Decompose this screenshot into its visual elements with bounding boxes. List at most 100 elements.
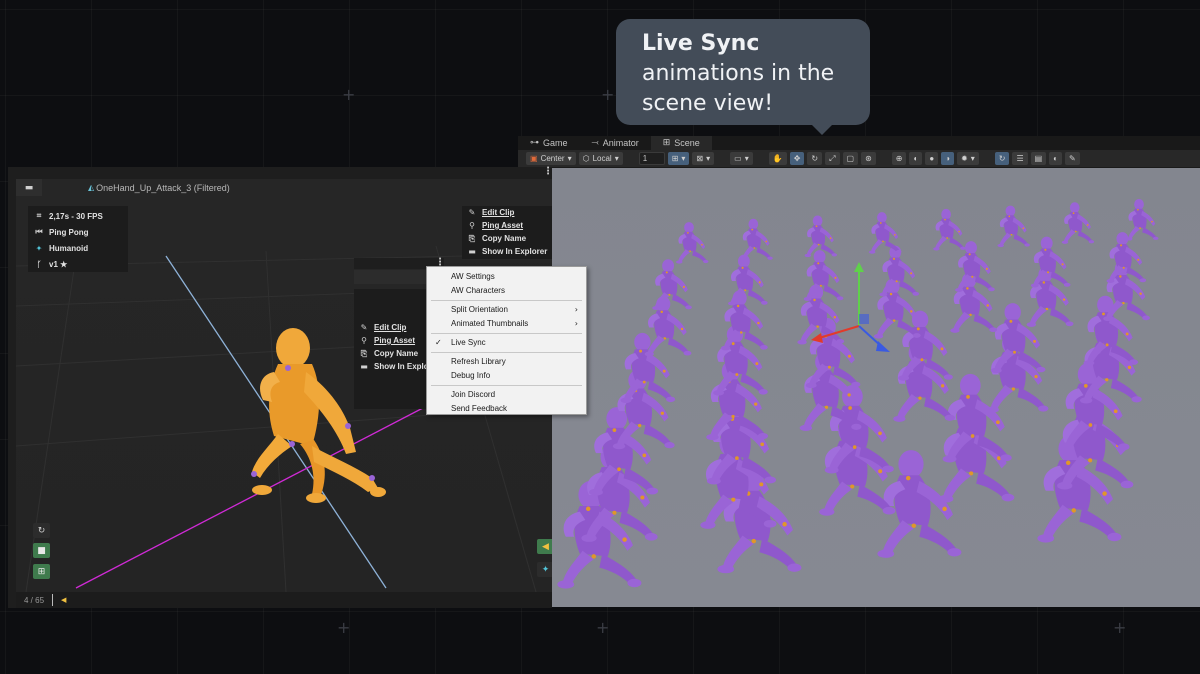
- menu-item-label: Debug Info: [451, 371, 491, 380]
- more-options-icon[interactable]: ⋮: [543, 166, 553, 177]
- menu-item-label: Live Sync: [451, 338, 486, 347]
- menu-item-aw-settings[interactable]: AW Settings: [427, 270, 586, 284]
- globe-icon: ⊕: [895, 154, 903, 163]
- menu-item-refresh-library[interactable]: Refresh Library: [427, 355, 586, 369]
- sliders-icon: ☰: [1016, 154, 1024, 163]
- scale-tool-button[interactable]: ⤢: [825, 152, 840, 165]
- grid-toggle-button[interactable]: ⊞: [33, 564, 50, 579]
- ping-pong-icon: ⏮: [35, 227, 43, 236]
- menu-separator: [431, 333, 582, 334]
- effects-icon: ✹: [961, 154, 968, 163]
- folder-icon: ▬: [360, 362, 368, 371]
- shading-button[interactable]: ◐: [909, 152, 923, 165]
- gizmo-z-arrow[interactable]: [876, 341, 890, 352]
- menu-item-split-orientation[interactable]: Split Orientation ›: [427, 303, 586, 317]
- brush-button[interactable]: ✎: [1065, 152, 1080, 165]
- ping-asset-label: Ping Asset: [374, 336, 416, 345]
- grid-icon: ⊞: [662, 138, 671, 148]
- reset-button[interactable]: ↻: [33, 523, 50, 538]
- humanoid-toggle-button[interactable]: ✦: [537, 562, 552, 577]
- checkmark-icon: ✓: [435, 338, 442, 347]
- menu-item-debug-info[interactable]: Debug Info: [427, 369, 586, 383]
- duration-icon: ⌗: [36, 211, 42, 220]
- timeline-bar[interactable]: 4 / 65 ◀: [16, 592, 552, 608]
- tab-scene[interactable]: ⊞ Scene: [650, 136, 712, 150]
- chevron-down-icon: ▾: [706, 154, 711, 163]
- scene-toolbar: ▣ Center ▾ ⬡ Local ▾ 1 ⊞ ▾ ⊠ ▾ ▭ ▾ ✋ ✥ ↻ ⤢ …: [518, 150, 1200, 168]
- menu-item-send-feedback[interactable]: Send Feedback: [427, 402, 586, 416]
- purple-character: [676, 222, 709, 264]
- clip-tab-bar: ▬ ◭ OneHand_Up_Attack_3 (Filtered): [16, 179, 552, 196]
- purple-character: [933, 208, 966, 251]
- camera-button[interactable]: ■: [33, 543, 50, 558]
- folder-icon: ▬: [24, 182, 34, 193]
- chevron-down-icon: ▾: [970, 154, 975, 163]
- menu-separator: [431, 352, 582, 353]
- tab-animator[interactable]: ⤙ Animator: [580, 136, 651, 150]
- settings-dropdown-menu: AW Settings AW Characters Split Orientat…: [426, 266, 587, 415]
- layers-button[interactable]: ▤: [1030, 152, 1047, 165]
- speaker-icon: ◀: [542, 541, 549, 552]
- gizmo-y-arrow[interactable]: [854, 262, 864, 272]
- purple-character: [950, 272, 998, 333]
- purple-character: [620, 332, 676, 403]
- pivot-dropdown[interactable]: ▣ Center ▾: [526, 152, 576, 165]
- rect-tool-button[interactable]: ▢: [842, 152, 859, 165]
- search-icon: ⚲: [361, 336, 367, 345]
- scene-viewport[interactable]: [551, 168, 1200, 607]
- callout-body-line1: animations in the: [642, 61, 835, 86]
- move-tool-button[interactable]: ✥: [789, 152, 805, 165]
- pencil-icon: ✎: [468, 208, 476, 217]
- grid-snap-button[interactable]: ⊞ ▾: [667, 152, 690, 165]
- transform-icon: ⊛: [865, 154, 872, 163]
- menu-item-join-discord[interactable]: Join Discord: [427, 388, 586, 402]
- effects-button[interactable]: ✹ ▾: [957, 152, 979, 165]
- sphere-icon: ●: [929, 154, 935, 163]
- rotate-tool-button[interactable]: ↻: [807, 152, 823, 165]
- chevron-right-icon: ›: [574, 319, 578, 328]
- grid-plus-marker: +: [601, 85, 615, 104]
- copy-name-label: Copy Name: [374, 349, 419, 358]
- render-mode-button[interactable]: ◑: [941, 152, 955, 165]
- camera-icon: ■: [37, 545, 46, 556]
- draw-mode-button[interactable]: ◐: [1049, 152, 1063, 165]
- draw-mode-icon: ◐: [1053, 154, 1059, 163]
- show-in-explorer-button[interactable]: ▬ Show In Explorer: [462, 245, 552, 258]
- transform-tool-button[interactable]: ⊛: [861, 152, 876, 165]
- folder-button[interactable]: ▬: [16, 179, 42, 196]
- globe-button[interactable]: ⊕: [891, 152, 907, 165]
- gizmo-x-arrow[interactable]: [811, 333, 823, 343]
- edit-clip-label: Edit Clip: [482, 208, 515, 217]
- copy-icon: ⎘: [468, 233, 476, 243]
- edit-clip-button[interactable]: ✎ Edit Clip: [462, 206, 552, 219]
- version: v1 ★: [49, 259, 68, 269]
- refresh-button[interactable]: ↻: [994, 152, 1010, 165]
- window-header: ⋮: [8, 166, 553, 179]
- view-options-button[interactable]: ▭ ▾: [730, 152, 753, 165]
- menu-item-label: AW Settings: [451, 272, 495, 281]
- tab-game[interactable]: ⊶ Game: [518, 136, 580, 150]
- copy-name-button[interactable]: ⎘ Copy Name: [462, 232, 552, 245]
- increment-snap-button[interactable]: ⊠ ▾: [692, 152, 715, 165]
- folder-icon: ▬: [468, 247, 476, 256]
- sliders-button[interactable]: ☰: [1012, 152, 1028, 165]
- purple-character: [1103, 260, 1150, 322]
- menu-item-live-sync[interactable]: ✓ Live Sync: [427, 336, 586, 350]
- snap-increment-input[interactable]: 1: [638, 152, 665, 165]
- info-loop-row[interactable]: ⏮ Ping Pong: [28, 224, 128, 240]
- ping-asset-button[interactable]: ⚲ Ping Asset: [462, 219, 552, 232]
- menu-item-label: Send Feedback: [451, 404, 508, 413]
- hand-tool-button[interactable]: ✋: [768, 152, 787, 165]
- menu-item-label: Animated Thumbnails: [451, 319, 529, 328]
- purple-character: [740, 218, 773, 261]
- menu-item-aw-characters[interactable]: AW Characters: [427, 284, 586, 298]
- space-dropdown[interactable]: ⬡ Local ▾: [578, 152, 623, 165]
- refresh-icon: ↻: [37, 525, 46, 536]
- tab-scene-label: Scene: [674, 138, 700, 148]
- rotate-icon: ↻: [811, 154, 819, 163]
- gizmo-plane-handle[interactable]: [859, 314, 869, 324]
- space-label: Local: [592, 154, 612, 163]
- menu-item-animated-thumbnails[interactable]: Animated Thumbnails ›: [427, 317, 586, 331]
- audio-toggle-button[interactable]: ◀: [537, 539, 552, 554]
- lit-sphere-button[interactable]: ●: [925, 152, 939, 165]
